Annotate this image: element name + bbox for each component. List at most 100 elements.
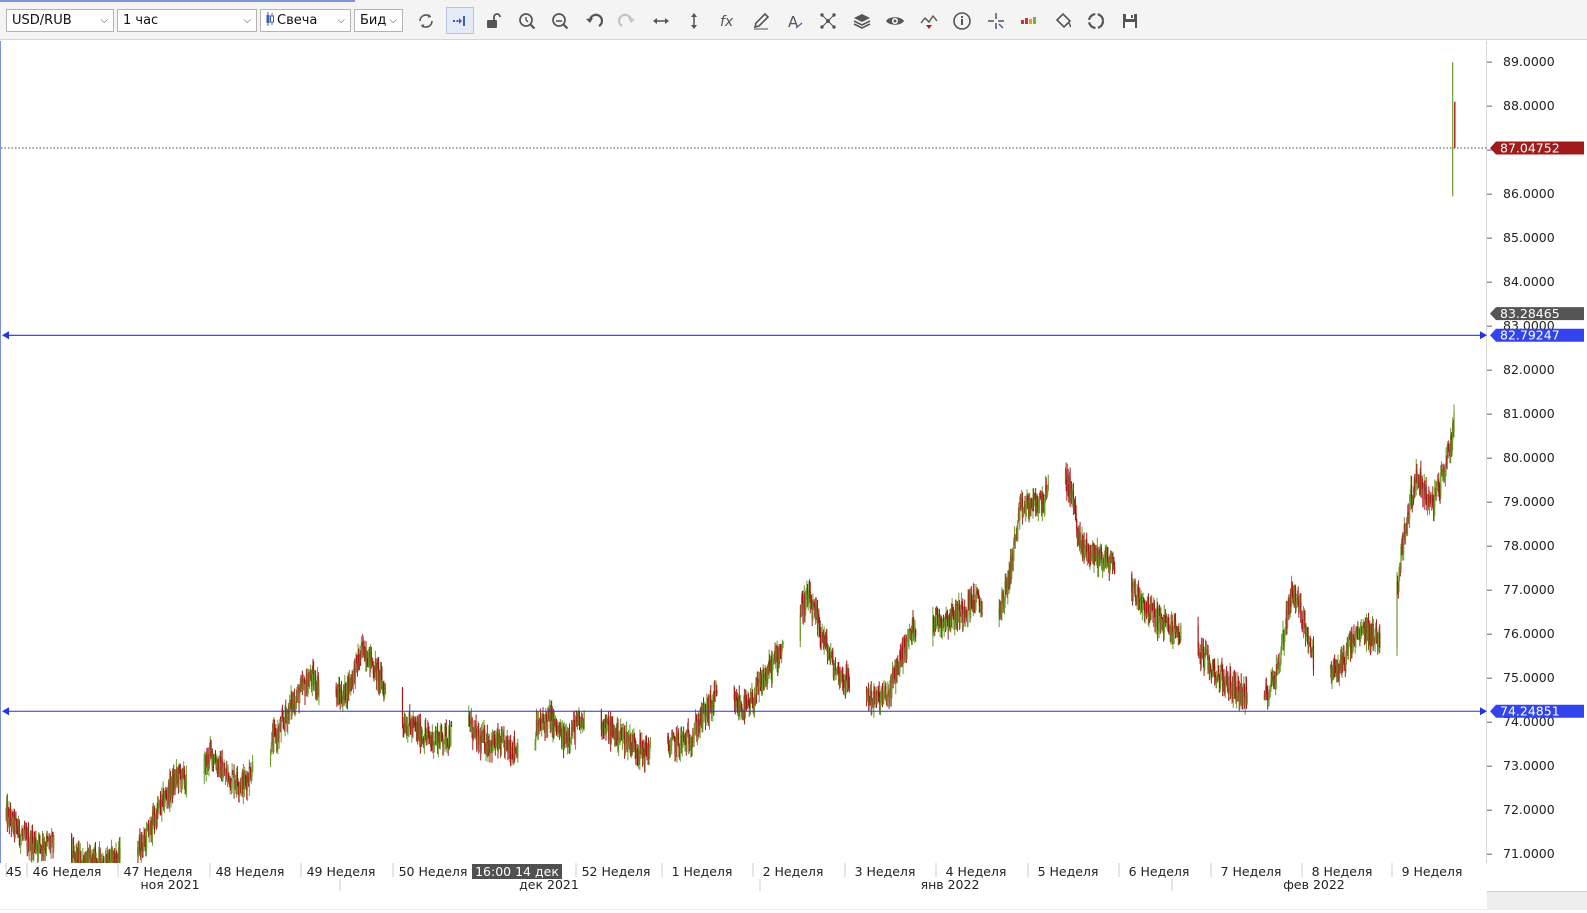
crosshair-icon — [986, 11, 1006, 31]
candle-body — [53, 835, 54, 848]
line-handle-left[interactable] — [2, 707, 9, 715]
price-axis[interactable]: 71.000072.000073.000074.000075.000076.00… — [1487, 41, 1587, 863]
candle-body — [309, 679, 310, 686]
lock-button[interactable] — [479, 7, 507, 34]
candle-body — [299, 693, 300, 704]
candlestick-chart[interactable] — [1, 41, 1488, 863]
candle-body — [800, 615, 801, 641]
signals-icon — [919, 11, 939, 31]
candle-body — [443, 744, 444, 746]
redo-icon — [617, 11, 637, 31]
undo-button[interactable] — [580, 7, 608, 34]
candle-body — [1180, 626, 1181, 641]
candle-body — [281, 721, 282, 731]
candle-body — [186, 774, 187, 792]
shift-chart-button[interactable] — [446, 7, 474, 34]
candle-body — [228, 773, 229, 777]
crosshair-button[interactable] — [982, 7, 1010, 34]
save-icon — [1120, 11, 1140, 31]
eye-icon — [885, 11, 905, 31]
redo-button[interactable] — [613, 7, 641, 34]
svg-text:A: A — [788, 13, 799, 31]
volume-bars-button[interactable] — [1015, 7, 1043, 34]
week-label: 7 Неделя — [1221, 864, 1282, 879]
candle-body — [146, 831, 147, 851]
refresh-button[interactable] — [412, 7, 440, 34]
y-tick-label: 86.0000 — [1503, 186, 1555, 201]
time-axis[interactable]: 4546 Неделя47 Неделя48 Неделя49 Неделя50… — [0, 863, 1487, 909]
svg-text:87.04752: 87.04752 — [1500, 140, 1560, 155]
candle-body — [716, 690, 717, 696]
zoom-out-icon — [550, 11, 570, 31]
signals-button[interactable] — [915, 7, 943, 34]
line-handle-right[interactable] — [1480, 707, 1487, 715]
candle-body — [668, 736, 669, 745]
vertical-scale-button[interactable] — [680, 7, 708, 34]
candle-body — [149, 835, 150, 836]
line-handle-left[interactable] — [2, 331, 9, 339]
line-handle-right[interactable] — [1480, 331, 1487, 339]
symbol-select[interactable]: USD/RUB ⌵ — [6, 9, 114, 32]
eye-button[interactable] — [881, 7, 909, 34]
paint-bucket-button[interactable] — [1049, 7, 1077, 34]
candle-body — [1267, 692, 1268, 701]
zoom-in-icon — [517, 11, 537, 31]
chevron-down-icon: ⌵ — [389, 10, 397, 31]
candle-body — [1170, 622, 1171, 635]
candle-body — [584, 712, 585, 729]
svg-text:74.24851: 74.24851 — [1500, 704, 1560, 719]
candle-body — [208, 754, 209, 765]
price-axis-scale: 71.000072.000073.000074.000075.000076.00… — [1487, 41, 1587, 863]
candle-body — [1288, 599, 1289, 613]
candle-body — [1146, 603, 1147, 614]
network-button[interactable] — [814, 7, 842, 34]
save-button[interactable] — [1116, 7, 1144, 34]
candle-body — [252, 761, 253, 770]
zoom-out-button[interactable] — [546, 7, 574, 34]
week-label: 46 Неделя — [33, 864, 102, 879]
zoom-in-button[interactable] — [513, 7, 541, 34]
candle-body — [671, 738, 672, 746]
pencil-button[interactable] — [747, 7, 775, 34]
svg-text:82.79247: 82.79247 — [1500, 328, 1560, 343]
indicators-button[interactable]: fx — [714, 7, 742, 34]
symbol-select-value: USD/RUB — [12, 13, 72, 28]
candle-body — [342, 700, 343, 706]
spike-candle-body — [1454, 102, 1455, 148]
text-icon: A — [785, 11, 805, 31]
chart-plot-area[interactable] — [0, 41, 1487, 863]
candle-body — [80, 852, 81, 863]
chevron-down-icon: ⌵ — [243, 10, 251, 31]
horizontal-line-tag-1: 82.79247 — [1490, 328, 1584, 343]
price-side-select[interactable]: Бид ⌵ — [354, 9, 403, 32]
volume-bars-icon — [1019, 11, 1039, 31]
shift-chart-icon — [450, 11, 470, 31]
lock-icon — [483, 11, 503, 31]
candle-body — [1334, 660, 1335, 666]
week-label: 48 Неделя — [216, 864, 285, 879]
y-tick-label: 77.0000 — [1503, 582, 1555, 597]
info-icon — [952, 11, 972, 31]
week-label: 2 Неделя — [763, 864, 824, 879]
pencil-icon — [751, 11, 771, 31]
timeframe-select[interactable]: 1 час ⌵ — [117, 9, 257, 32]
cycle-button[interactable] — [1082, 7, 1110, 34]
candle-body — [385, 688, 386, 689]
layers-button[interactable] — [848, 7, 876, 34]
candle-body — [450, 725, 451, 744]
candle-body — [1114, 566, 1115, 574]
candle-body — [39, 836, 40, 844]
candle-chart-icon — [266, 12, 274, 26]
horizontal-line-1[interactable] — [2, 331, 1487, 339]
candles-group — [5, 404, 1454, 863]
candle-body — [782, 641, 783, 645]
y-tick-label: 73.0000 — [1503, 758, 1555, 773]
chart-type-select[interactable]: Свеча ⌵ — [260, 9, 351, 32]
horizontal-scale-button[interactable] — [647, 7, 675, 34]
cycle-icon — [1086, 11, 1106, 31]
info-button[interactable] — [948, 7, 976, 34]
y-tick-label: 82.0000 — [1503, 362, 1555, 377]
month-label: дек 2021 — [519, 877, 579, 892]
candle-body — [451, 725, 452, 726]
text-button[interactable]: A — [781, 7, 809, 34]
